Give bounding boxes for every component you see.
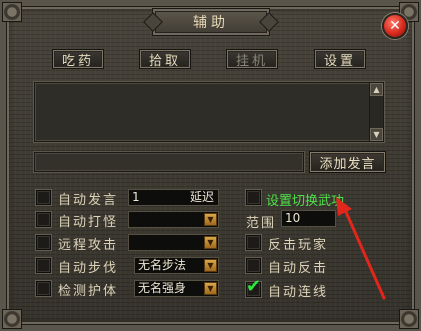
auto-step-checkbox[interactable] (36, 258, 51, 273)
tab-potion[interactable]: 吃药 (52, 49, 104, 69)
auto-step-select[interactable]: 无名步法 ▼ (134, 257, 219, 274)
auto-speak-input[interactable]: 1 延迟 (128, 189, 219, 206)
auto-hit-checkbox[interactable] (36, 212, 51, 227)
range-label: 范围 (246, 216, 277, 231)
scroll-up-icon[interactable]: ▲ (370, 83, 383, 96)
auto-counter-checkbox[interactable] (246, 258, 261, 273)
check-icon: ✔ (246, 276, 262, 297)
assist-window: 辅助 ✕ 吃药 拾取 挂机 设置 ▲ ▼ 添加发言 自动发言 1 延迟 自动打怪… (0, 0, 421, 331)
chevron-down-icon[interactable]: ▼ (204, 282, 217, 295)
auto-hit-select[interactable]: ▼ (128, 211, 219, 228)
remote-attack-label: 远程攻击 (58, 238, 119, 253)
detect-guard-checkbox[interactable] (36, 281, 51, 296)
auto-speak-label: 自动发言 (58, 193, 119, 208)
auto-combo-label: 自动连线 (268, 285, 329, 300)
counter-player-label: 反击玩家 (268, 238, 329, 253)
frame-corner (2, 309, 22, 329)
switch-weapon-label: 设置切换武功 (266, 194, 345, 209)
detect-guard-select[interactable]: 无名强身 ▼ (134, 280, 219, 297)
auto-hit-label: 自动打怪 (58, 215, 119, 230)
speech-list[interactable]: ▲ ▼ (34, 82, 384, 142)
auto-combo-checkbox[interactable]: ✔ (246, 278, 261, 297)
chevron-down-icon[interactable]: ▼ (204, 213, 217, 226)
range-input[interactable]: 10 (281, 210, 336, 227)
remote-attack-select[interactable]: ▼ (128, 234, 219, 251)
tab-settings[interactable]: 设置 (314, 49, 366, 69)
delay-label: 延迟 (189, 190, 214, 204)
frame-corner (399, 309, 419, 329)
close-icon: ✕ (389, 18, 401, 34)
speech-input[interactable] (34, 152, 304, 172)
scroll-down-icon[interactable]: ▼ (370, 128, 383, 141)
auto-counter-label: 自动反击 (268, 261, 329, 276)
close-button[interactable]: ✕ (382, 13, 408, 39)
counter-player-checkbox[interactable] (246, 235, 261, 250)
detect-guard-label: 检测护体 (58, 284, 119, 299)
remote-attack-checkbox[interactable] (36, 235, 51, 250)
add-speech-button[interactable]: 添加发言 (309, 151, 386, 173)
detect-guard-value: 无名强身 (138, 281, 187, 295)
tab-auto-hang[interactable]: 挂机 (226, 49, 278, 69)
chevron-down-icon[interactable]: ▼ (204, 259, 217, 272)
speech-list-scrollbar[interactable]: ▲ ▼ (369, 83, 383, 141)
auto-step-value: 无名步法 (138, 258, 187, 272)
auto-speak-value: 1 (132, 190, 140, 204)
tab-pickup[interactable]: 拾取 (139, 49, 191, 69)
auto-step-label: 自动步伐 (58, 261, 119, 276)
window-title: 辅助 (152, 8, 270, 36)
auto-speak-checkbox[interactable] (36, 190, 51, 205)
switch-weapon-checkbox[interactable] (246, 190, 261, 205)
chevron-down-icon[interactable]: ▼ (204, 236, 217, 249)
frame-corner (2, 2, 22, 22)
